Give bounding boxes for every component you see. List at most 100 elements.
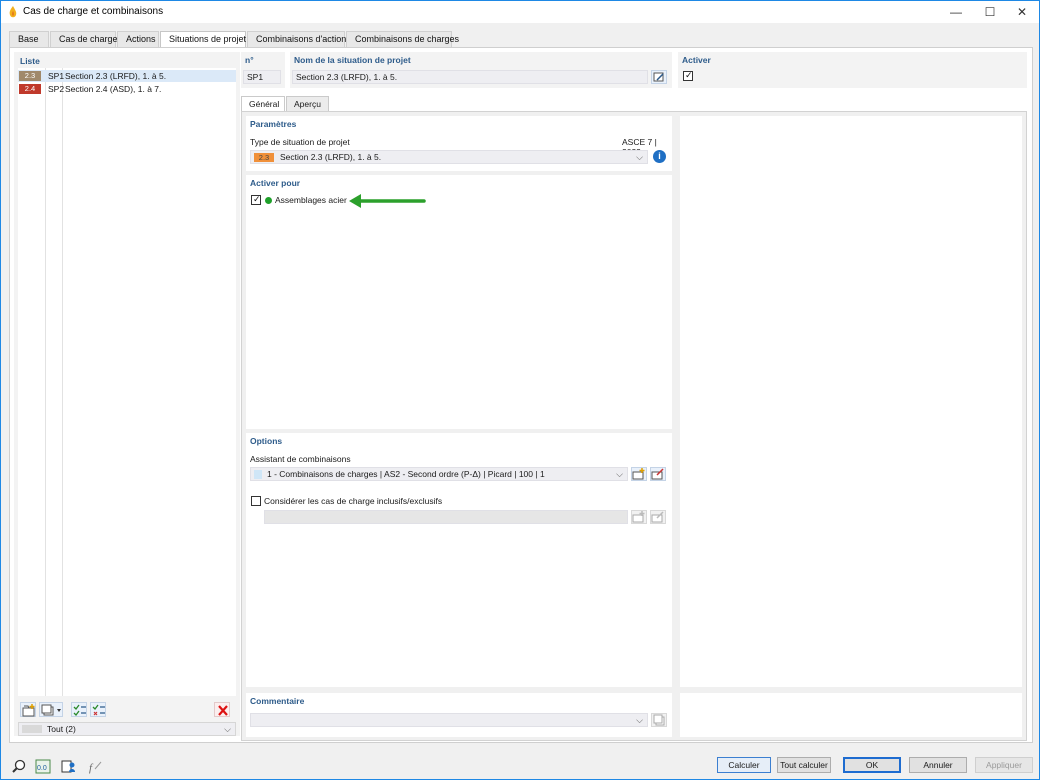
new-inclusive-button [631, 510, 647, 524]
checkmark-icon: ✓ [685, 70, 693, 80]
edit-inclusive-button [650, 510, 666, 524]
edit-name-button[interactable] [651, 70, 667, 84]
list-item-name: Section 2.4 (ASD), 1. à 7. [65, 84, 162, 94]
new-icon [632, 468, 645, 480]
tab-content: Liste 2.3 SP1 Section 2.3 (LRFD), 1. à 5… [9, 47, 1033, 743]
calculate-button[interactable]: Calculer [717, 757, 771, 773]
edit-icon [653, 72, 664, 82]
list-toolbar [18, 702, 236, 718]
list-item-sp2[interactable]: 2.4 SP2 Section 2.4 (ASD), 1. à 7. [18, 83, 236, 95]
subtab-general[interactable]: Général [241, 96, 285, 112]
cancel-button[interactable]: Annuler [909, 757, 967, 773]
comment-input[interactable]: ⌵ [250, 713, 648, 727]
wizard-value: 1 - Combinaisons de charges | AS2 - Seco… [267, 469, 545, 479]
situation-type-select[interactable]: 2.3 Section 2.3 (LRFD), 1. à 5. ⌵ [250, 150, 648, 164]
formula-button[interactable]: f [85, 757, 103, 774]
chevron-down-icon: ⌵ [224, 724, 231, 734]
name-box: Nom de la situation de projet Section 2.… [290, 52, 672, 88]
steel-joints-checkbox[interactable]: ✓ [251, 194, 261, 205]
close-button[interactable]: ✕ [1005, 1, 1039, 23]
list-filter-select[interactable]: Tout (2) ⌵ [18, 722, 236, 736]
comment-header: Commentaire [250, 696, 305, 706]
comment-preview [680, 693, 1022, 737]
activate-label: Activer [682, 55, 711, 65]
tab-situations-de-projet[interactable]: Situations de projet [160, 31, 246, 48]
list-item-sp1[interactable]: 2.3 SP1 Section 2.3 (LRFD), 1. à 5. [18, 70, 236, 82]
units-button[interactable]: 0.0 [33, 757, 51, 774]
activate-for-section: Activer pour ✓ Assemblages acier [246, 175, 672, 429]
copy-icon [653, 714, 665, 726]
check-list-icon [73, 704, 86, 716]
wizard-select[interactable]: 1 - Combinaisons de charges | AS2 - Seco… [250, 467, 628, 481]
edit-wizard-button[interactable] [650, 467, 666, 481]
list-divider [62, 68, 63, 696]
name-label: Nom de la situation de projet [294, 55, 411, 65]
svg-text:0.0: 0.0 [37, 765, 47, 772]
list-divider [45, 68, 46, 696]
new-folder-icon [22, 704, 35, 717]
inclusive-exclusive-label: Considérer les cas de charge inclusifs/e… [264, 496, 443, 506]
preview-area [680, 116, 1022, 687]
ok-button[interactable]: OK [843, 757, 901, 773]
filter-color-swatch [22, 725, 42, 733]
comment-copy-button [651, 713, 667, 727]
new-wizard-button[interactable] [631, 467, 647, 481]
minimize-button[interactable]: — [939, 1, 973, 23]
tab-cas-de-charge[interactable]: Cas de charge [50, 31, 118, 47]
uncheck-all-button[interactable] [90, 702, 106, 717]
title-bar: Cas de charge et combinaisons — ☐ ✕ [1, 1, 1039, 23]
copy-icon [41, 704, 61, 716]
subtab-apercu[interactable]: Aperçu [286, 96, 329, 111]
calculate-all-button[interactable]: Tout calculer [777, 757, 831, 773]
inclusive-exclusive-field [264, 510, 628, 524]
inclusive-exclusive-checkbox[interactable] [251, 496, 261, 506]
number-label: n° [245, 55, 254, 65]
situation-list: 2.3 SP1 Section 2.3 (LRFD), 1. à 5. 2.4 … [18, 68, 236, 696]
svg-text:f: f [89, 762, 94, 774]
user-model-icon [61, 760, 75, 773]
activate-for-header: Activer pour [250, 178, 301, 188]
decimal-icon: 0.0 [35, 759, 51, 774]
activate-checkbox[interactable]: ✓ [683, 70, 693, 81]
steel-joints-label: Assemblages acier [275, 195, 347, 205]
copy-item-dropdown[interactable] [39, 702, 63, 717]
arrow-left-icon [349, 194, 426, 208]
apply-button: Appliquer [975, 757, 1033, 773]
dialog-window: Cas de charge et combinaisons — ☐ ✕ Base… [0, 0, 1040, 780]
category-badge: 2.3 [19, 71, 41, 81]
number-box: n° SP1 [241, 52, 285, 88]
new-item-button[interactable] [20, 702, 36, 717]
search-icon [12, 759, 26, 773]
tab-combinaisons-charges[interactable]: Combinaisons de charges [346, 31, 459, 47]
list-header: Liste [20, 56, 40, 66]
situation-type-label: Type de situation de projet [250, 137, 350, 147]
app-logo-icon [9, 6, 17, 18]
tab-actions[interactable]: Actions [117, 31, 159, 47]
name-field[interactable]: Section 2.3 (LRFD), 1. à 5. [292, 70, 648, 84]
model-info-button[interactable] [59, 757, 77, 773]
check-all-button[interactable] [71, 702, 87, 717]
options-section: Options Assistant de combinaisons 1 - Co… [246, 433, 672, 687]
tab-base[interactable]: Base [9, 31, 49, 47]
window-title: Cas de charge et combinaisons [23, 6, 164, 17]
list-item-id: SP2 [48, 84, 65, 94]
edit-icon [651, 468, 664, 480]
chevron-down-icon: ⌵ [636, 715, 643, 725]
situation-type-badge: 2.3 [254, 153, 274, 162]
comment-section: Commentaire ⌵ [246, 693, 672, 737]
situation-type-value: Section 2.3 (LRFD), 1. à 5. [280, 152, 382, 162]
filter-value: Tout (2) [47, 724, 76, 734]
activate-box: Activer ✓ [678, 52, 1027, 88]
delete-button[interactable] [214, 702, 230, 717]
parameters-header: Paramètres [250, 119, 297, 129]
number-field[interactable]: SP1 [243, 70, 281, 84]
function-icon: f [89, 761, 102, 774]
new-icon [632, 511, 645, 523]
options-header: Options [250, 436, 283, 446]
tab-combinaisons-actions[interactable]: Combinaisons d'actions [247, 31, 351, 47]
maximize-button[interactable]: ☐ [973, 1, 1007, 23]
info-icon[interactable]: i [653, 150, 666, 163]
checkmark-icon: ✓ [253, 194, 261, 204]
list-panel: Liste 2.3 SP1 Section 2.3 (LRFD), 1. à 5… [14, 52, 240, 736]
search-button[interactable] [9, 757, 27, 773]
